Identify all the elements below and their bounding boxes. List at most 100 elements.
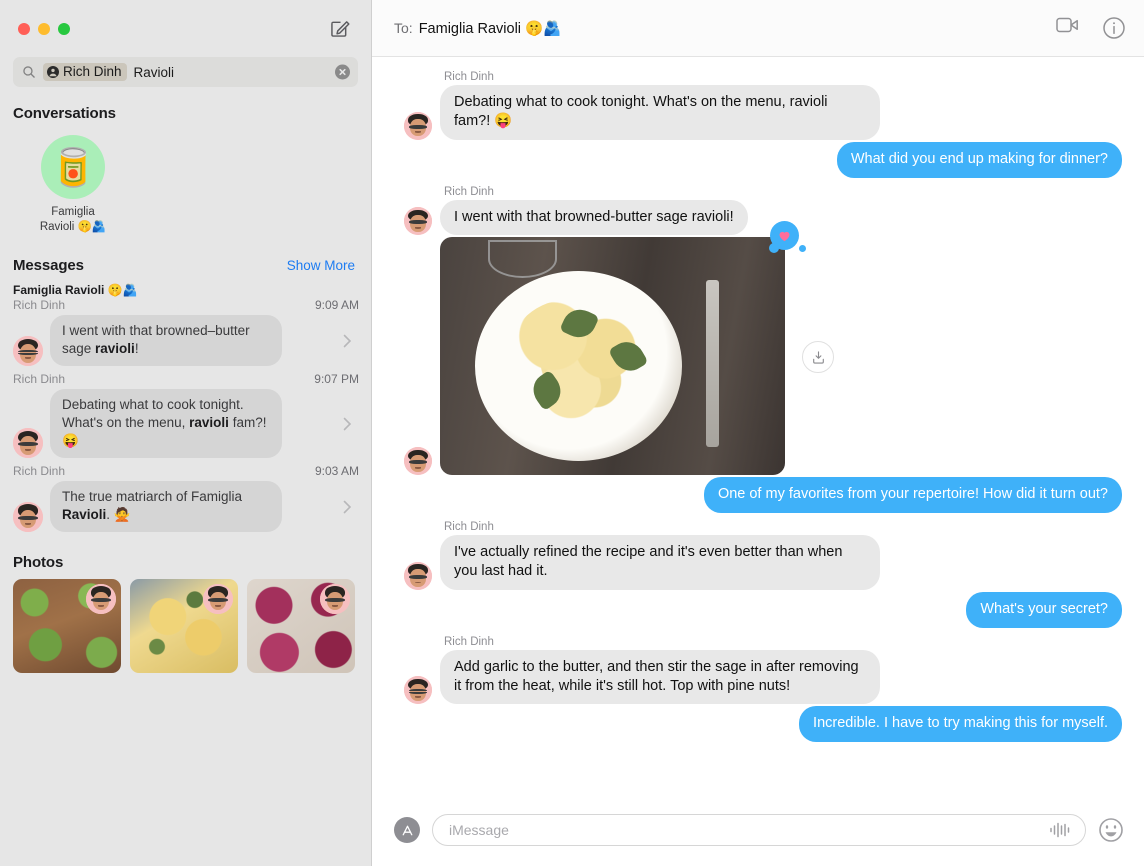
messages-section-header: Messages Show More: [0, 239, 371, 281]
result-text-post: !: [134, 341, 139, 357]
message-bubble-outgoing[interactable]: One of my favorites from your repertoire…: [703, 477, 1122, 514]
message-input-container[interactable]: [432, 814, 1086, 846]
message-line: Incredible. I have to try making this fo…: [799, 706, 1122, 743]
result-row[interactable]: Debating what to cook tonight. What's on…: [13, 389, 359, 459]
photos-section-header: Photos: [0, 538, 371, 579]
photo-thumbnail[interactable]: [247, 579, 355, 674]
message-line: Debating what to cook tonight. What's on…: [386, 85, 880, 140]
photos-results: [0, 579, 371, 674]
result-bubble: I went with that browned–butter sage rav…: [50, 315, 282, 367]
result-row[interactable]: I went with that browned–butter sage rav…: [13, 315, 359, 367]
result-text-match: Ravioli: [62, 507, 107, 523]
search-field[interactable]: Rich Dinh Ravioli: [13, 57, 358, 87]
conversation-name-line1: Famiglia: [51, 206, 95, 218]
clear-icon[interactable]: [335, 64, 350, 80]
message-group: What did you end up making for dinner?: [386, 141, 1122, 178]
list-item[interactable]: Rich Dinh 9:03 AM The true matriarch of …: [0, 462, 371, 536]
conversation-name-line2: Ravioli 🤫🫂: [39, 221, 107, 234]
search-icon: [22, 65, 36, 79]
emoji-smiley-icon[interactable]: [1098, 817, 1124, 843]
zoom-button[interactable]: [58, 22, 70, 35]
conversation-avatar[interactable]: 🥫: [41, 135, 105, 199]
result-text-post: . 🙅: [106, 507, 131, 523]
photo-thumbnail[interactable]: [130, 579, 238, 674]
avatar: [13, 502, 43, 533]
message-line: I went with that browned-butter sage rav…: [386, 199, 748, 236]
avatar: [320, 584, 350, 615]
result-group-title: Famiglia Ravioli 🤫🫂: [13, 283, 138, 298]
chevron-right-icon[interactable]: [343, 500, 352, 514]
messages-window: Rich Dinh Ravioli Conversations 🥫 Famigl…: [0, 0, 1144, 866]
result-text-pre: The true matriarch of Famiglia: [62, 489, 243, 505]
composer-bar: [372, 800, 1144, 866]
avatar: [13, 428, 43, 459]
message-results-list: Famiglia Ravioli 🤫🫂 Rich Dinh 9:09 AM I …: [0, 281, 371, 538]
message-bubble-outgoing[interactable]: What's your secret?: [966, 591, 1122, 628]
avatar: [404, 447, 432, 476]
info-icon[interactable]: [1102, 16, 1126, 40]
minimize-button[interactable]: [38, 22, 50, 35]
to-label: To:: [394, 20, 413, 36]
message-bubble-incoming[interactable]: I went with that browned-butter sage rav…: [440, 199, 748, 236]
conversation-name: Famiglia Ravioli 🤫🫂: [30, 205, 116, 235]
message-group: What's your secret?: [386, 591, 1122, 628]
conversations-section-header: Conversations: [0, 87, 371, 129]
show-more-link[interactable]: Show More: [287, 258, 355, 273]
conversation-result-item[interactable]: 🥫 Famiglia Ravioli 🤫🫂: [30, 135, 116, 235]
result-text-match: ravioli: [95, 341, 135, 357]
message-bubble-outgoing[interactable]: What did you end up making for dinner?: [836, 141, 1122, 178]
message-line: [386, 221, 834, 476]
video-camera-icon[interactable]: [1056, 16, 1080, 40]
conversations-results: 🥫 Famiglia Ravioli 🤫🫂: [0, 129, 371, 239]
result-meta: Rich Dinh 9:03 AM: [13, 464, 359, 478]
search-token-contact[interactable]: Rich Dinh: [43, 63, 127, 81]
conversation-header: To: Famiglia Ravioli 🤫🫂: [372, 0, 1144, 57]
ravioli-photo[interactable]: [440, 237, 785, 476]
message-sender: Rich Dinh: [444, 635, 494, 648]
recipient-name[interactable]: Famiglia Ravioli 🤫🫂: [419, 20, 561, 37]
result-meta: Rich Dinh 9:09 AM: [13, 298, 359, 312]
message-sender: Rich Dinh: [444, 71, 494, 83]
contact-icon: [47, 65, 59, 78]
download-icon[interactable]: [802, 341, 834, 374]
list-item[interactable]: Famiglia Ravioli 🤫🫂 Rich Dinh 9:09 AM I …: [0, 281, 371, 370]
avatar: [13, 336, 43, 367]
search-token-label: Rich Dinh: [63, 64, 122, 79]
message-input[interactable]: [449, 822, 1049, 838]
chevron-right-icon[interactable]: [343, 417, 352, 431]
result-meta: Rich Dinh 9:07 PM: [13, 372, 359, 386]
chevron-right-icon[interactable]: [343, 334, 352, 348]
app-store-icon[interactable]: [394, 817, 420, 843]
audio-waveform-icon[interactable]: [1049, 822, 1071, 838]
message-bubble-incoming[interactable]: Debating what to cook tonight. What's on…: [440, 85, 880, 140]
sidebar-titlebar: [0, 0, 371, 57]
result-time: 9:07 PM: [314, 372, 359, 387]
message-bubble-incoming[interactable]: Add garlic to the butter, and then stir …: [440, 649, 880, 705]
search-query-text: Ravioli: [133, 64, 175, 80]
message-group: One of my favorites from your repertoire…: [386, 477, 1122, 514]
message-thread: Rich Dinh Debating what to cook tonight.…: [372, 57, 1144, 800]
result-text-match: ravioli: [189, 415, 229, 431]
result-row[interactable]: The true matriarch of Famiglia Ravioli. …: [13, 481, 359, 533]
compose-icon[interactable]: [329, 17, 351, 39]
result-sender: Rich Dinh: [13, 464, 66, 479]
conversations-title: Conversations: [13, 105, 116, 122]
messages-title: Messages: [13, 257, 84, 275]
result-time: 9:09 AM: [314, 298, 359, 313]
message-bubble-incoming[interactable]: I've actually refined the recipe and it'…: [440, 535, 880, 590]
avatar: [86, 584, 116, 615]
avatar: [404, 561, 432, 590]
sidebar: Rich Dinh Ravioli Conversations 🥫 Famigl…: [0, 0, 372, 866]
list-item[interactable]: Rich Dinh 9:07 PM Debating what to cook …: [0, 370, 371, 462]
message-group-image: [386, 221, 1122, 476]
message-group: Rich Dinh I went with that browned-butte…: [386, 180, 1122, 236]
message-line: What did you end up making for dinner?: [836, 141, 1122, 178]
avatar: [404, 676, 432, 705]
photo-thumbnail[interactable]: [13, 579, 121, 674]
message-bubble-outgoing[interactable]: Incredible. I have to try making this fo…: [799, 706, 1122, 743]
close-button[interactable]: [18, 22, 30, 35]
image-attachment[interactable]: [440, 221, 834, 476]
result-sender: Rich Dinh: [13, 298, 66, 313]
avatar: [404, 207, 432, 236]
heart-reaction-badge[interactable]: [769, 221, 806, 254]
